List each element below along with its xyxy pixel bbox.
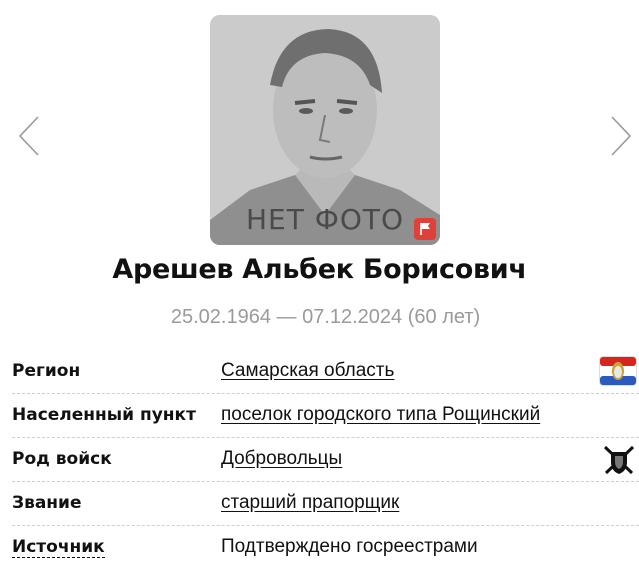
portrait-photo: НЕТ ФОТО (210, 15, 440, 245)
detail-label: Звание (12, 493, 82, 513)
rank-link[interactable]: старший прапорщик (221, 492, 399, 514)
detail-row-region: Регион Самарская область (12, 350, 639, 394)
detail-row-source: Источник Подтверждено госреестрами (12, 526, 639, 569)
detail-row-branch: Род войск Добровольцы (12, 438, 639, 482)
samara-region-flag-icon (599, 356, 637, 386)
details-table: Регион Самарская область Населенный пунк… (12, 350, 639, 569)
chevron-right-icon (611, 116, 632, 156)
life-dates: 25.02.1964 — 07.12.2024 (60 лет) (170, 306, 481, 328)
detail-label: Регион (12, 361, 81, 381)
detail-row-rank: Звание старший прапорщик (12, 482, 639, 526)
branch-link[interactable]: Добровольцы (221, 448, 342, 470)
settlement-link[interactable]: поселок городского типа Рощинский (221, 404, 540, 426)
flag-icon (420, 223, 430, 235)
detail-row-settlement: Населенный пункт поселок городского типа… (12, 394, 639, 438)
previous-arrow[interactable] (18, 115, 40, 157)
person-name: Арешев Альбек Борисович (112, 254, 527, 285)
source-value: Подтверждено госреестрами (221, 536, 478, 557)
volunteers-emblem-icon (603, 445, 635, 475)
source-label[interactable]: Источник (12, 537, 105, 558)
next-arrow[interactable] (610, 115, 632, 157)
chevron-left-icon (18, 116, 39, 156)
detail-label: Населенный пункт (12, 405, 196, 425)
no-photo-label: НЕТ ФОТО (245, 203, 405, 236)
detail-label: Род войск (12, 449, 112, 469)
region-link[interactable]: Самарская область (221, 360, 394, 382)
report-button[interactable] (414, 218, 436, 240)
